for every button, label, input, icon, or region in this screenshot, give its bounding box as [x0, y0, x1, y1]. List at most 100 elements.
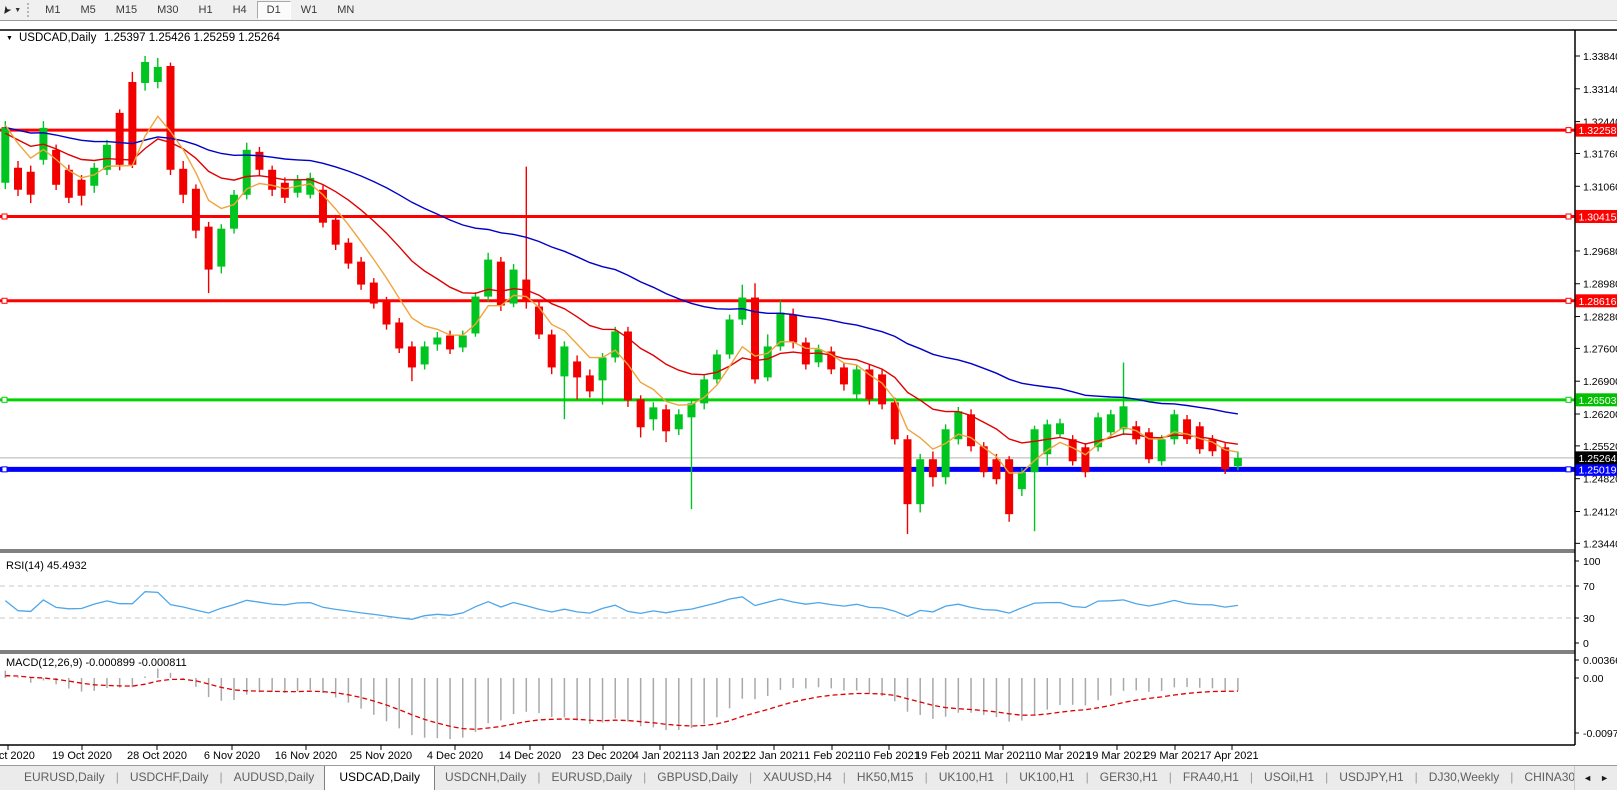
macd-indicator-label: MACD(12,26,9) -0.000899 -0.000811 [6, 657, 187, 669]
rsi-indicator-label: RSI(14) 45.4932 [6, 560, 87, 572]
price-axis-badges: 1.32258 1.30415 1.28616 1.26503 1.250191.252… [1576, 124, 1617, 477]
symbol-tab-XAUUSD-H4[interactable]: XAUUSD,H4 [753, 766, 842, 790]
timeframe-button-W1[interactable]: W1 [291, 1, 328, 19]
timeframe-button-M15[interactable]: M15 [106, 1, 147, 19]
date-axis: 9 Oct 2020 19 Oct 2020 28 Oct 2020 6 Nov 20… [0, 745, 1259, 762]
ma-mid-line [5, 133, 1238, 444]
svg-text:1.26900: 1.26900 [1583, 376, 1617, 388]
timeframe-button-MN[interactable]: MN [327, 1, 364, 19]
symbol-tab-FRA40-H1[interactable]: FRA40,H1 [1173, 766, 1249, 790]
svg-text:28 Oct 2020: 28 Oct 2020 [127, 750, 187, 762]
svg-text:1.27600: 1.27600 [1583, 343, 1617, 355]
chart-title-ohlc: 1.25397 1.25426 1.25259 1.25264 [104, 32, 280, 44]
svg-text:1.33840: 1.33840 [1583, 51, 1617, 63]
svg-text:9 Oct 2020: 9 Oct 2020 [0, 750, 35, 762]
rsi-line [5, 592, 1238, 620]
svg-text:1.25520: 1.25520 [1583, 441, 1617, 453]
ma-fast-line [5, 116, 1238, 473]
svg-text:16 Nov 2020: 16 Nov 2020 [275, 750, 337, 762]
svg-text:6 Nov 2020: 6 Nov 2020 [204, 750, 260, 762]
svg-text:1.28616: 1.28616 [1579, 296, 1617, 308]
svg-text:19 Mar 2021: 19 Mar 2021 [1086, 750, 1148, 762]
svg-text:-0.00973: -0.00973 [1583, 728, 1617, 740]
symbol-tab-UK100-H1[interactable]: UK100,H1 [1009, 766, 1084, 790]
timeframe-button-group: M1M5M15M30H1H4D1W1MN [35, 1, 364, 19]
tab-scroll-left-icon[interactable]: ◄ [1583, 773, 1592, 783]
chart-canvas[interactable]: 1.338401.331401.324401.317601.310601.296… [0, 22, 1617, 765]
tabs-container: EURUSD,Daily|USDCHF,Daily|AUDUSD,DailyUS… [0, 766, 1574, 790]
svg-text:1 Feb 2021: 1 Feb 2021 [804, 750, 860, 762]
symbol-tab-UK100-H1[interactable]: UK100,H1 [929, 766, 1004, 790]
svg-text:29 Mar 2021: 29 Mar 2021 [1144, 750, 1206, 762]
svg-text:1.29680: 1.29680 [1583, 246, 1617, 258]
svg-text:1.25264: 1.25264 [1579, 453, 1617, 465]
cursor-dropdown-icon[interactable]: ▼ [14, 7, 21, 14]
top-toolbar: ➤ ▼ M1M5M15M30H1H4D1W1MN [0, 0, 1617, 21]
symbol-tab-DJ30-Weekly[interactable]: DJ30,Weekly [1419, 766, 1509, 790]
toolbar-grip [27, 3, 29, 17]
pane-frames [0, 30, 1617, 745]
svg-text:23 Dec 2020: 23 Dec 2020 [572, 750, 634, 762]
timeframe-button-M30[interactable]: M30 [147, 1, 188, 19]
svg-text:14 Dec 2020: 14 Dec 2020 [499, 750, 561, 762]
svg-text:25 Nov 2020: 25 Nov 2020 [350, 750, 412, 762]
svg-text:7 Apr 2021: 7 Apr 2021 [1205, 750, 1258, 762]
ma-mid-line [5, 133, 1238, 444]
svg-text:10 Mar 2021: 10 Mar 2021 [1029, 750, 1091, 762]
svg-text:1.26200: 1.26200 [1583, 409, 1617, 421]
symbol-tab-bar: EURUSD,Daily|USDCHF,Daily|AUDUSD,DailyUS… [0, 765, 1617, 790]
svg-text:0.003665: 0.003665 [1583, 655, 1617, 667]
symbol-tab-USDCNH-Daily[interactable]: USDCNH,Daily [435, 766, 536, 790]
svg-text:1.28280: 1.28280 [1583, 312, 1617, 324]
symbol-tab-GER30-H1[interactable]: GER30,H1 [1090, 766, 1168, 790]
svg-text:4 Dec 2020: 4 Dec 2020 [427, 750, 483, 762]
ma-slow-line [5, 128, 1238, 414]
ma-fast-line [5, 116, 1238, 473]
svg-text:1.25019: 1.25019 [1579, 464, 1617, 476]
svg-text:1.28980: 1.28980 [1583, 279, 1617, 291]
timeframe-button-H4[interactable]: H4 [223, 1, 257, 19]
symbol-tab-USDCHF-Daily[interactable]: USDCHF,Daily [120, 766, 219, 790]
svg-text:22 Jan 2021: 22 Jan 2021 [744, 750, 805, 762]
symbol-tab-USOil-H1[interactable]: USOil,H1 [1254, 766, 1324, 790]
svg-text:100: 100 [1583, 556, 1601, 568]
svg-text:1.30415: 1.30415 [1579, 211, 1617, 223]
symbol-tab-EURUSD-Daily[interactable]: EURUSD,Daily [541, 766, 642, 790]
svg-text:1.32258: 1.32258 [1579, 125, 1617, 137]
tab-scroll-buttons: ◄ ► [1574, 766, 1617, 790]
svg-text:1 Mar 2021: 1 Mar 2021 [975, 750, 1031, 762]
svg-text:70: 70 [1583, 581, 1595, 593]
ma-slow-line [5, 128, 1238, 414]
svg-text:0: 0 [1583, 638, 1589, 650]
svg-text:19 Feb 2021: 19 Feb 2021 [915, 750, 977, 762]
timeframe-button-M1[interactable]: M1 [35, 1, 70, 19]
tab-scroll-right-icon[interactable]: ► [1600, 773, 1609, 783]
symbol-tab-USDJPY-H1[interactable]: USDJPY,H1 [1329, 766, 1413, 790]
svg-text:1.23440: 1.23440 [1583, 538, 1617, 550]
svg-text:19 Oct 2020: 19 Oct 2020 [52, 750, 112, 762]
macd-signal-line [5, 676, 1238, 730]
svg-text:1.31760: 1.31760 [1583, 148, 1617, 160]
svg-text:13 Jan 2021: 13 Jan 2021 [687, 750, 748, 762]
svg-text:0.00: 0.00 [1583, 673, 1604, 685]
svg-text:1.33140: 1.33140 [1583, 84, 1617, 96]
timeframe-button-D1[interactable]: D1 [257, 1, 291, 19]
svg-text:1.31060: 1.31060 [1583, 181, 1617, 193]
rsi-pane [0, 586, 1575, 619]
symbol-tab-USDCAD-Daily[interactable]: USDCAD,Daily [324, 766, 435, 790]
svg-text:4 Jan 2021: 4 Jan 2021 [633, 750, 687, 762]
chart-title-symbol: USDCAD,Daily [19, 32, 97, 44]
svg-text:1.26503: 1.26503 [1579, 395, 1617, 407]
timeframe-button-H1[interactable]: H1 [189, 1, 223, 19]
svg-text:30: 30 [1583, 613, 1595, 625]
symbol-tab-CHINA300-H1[interactable]: CHINA300,H1 [1514, 766, 1574, 790]
timeframe-button-M5[interactable]: M5 [70, 1, 105, 19]
symbol-tab-GBPUSD-Daily[interactable]: GBPUSD,Daily [647, 766, 748, 790]
chart-collapse-icon[interactable]: ▼ [6, 35, 13, 42]
candlestick-series [1, 56, 1242, 534]
crosshair-cursor-icon[interactable]: ➤ [0, 2, 15, 17]
symbol-tab-EURUSD-Daily[interactable]: EURUSD,Daily [14, 766, 115, 790]
symbol-tab-HK50-M15[interactable]: HK50,M15 [847, 766, 924, 790]
symbol-tab-AUDUSD-Daily[interactable]: AUDUSD,Daily [224, 766, 325, 790]
macd-pane [5, 669, 1238, 739]
